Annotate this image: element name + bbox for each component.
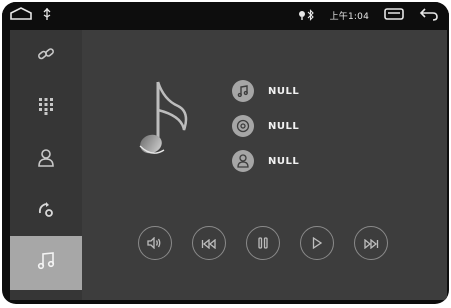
previous-button[interactable] bbox=[192, 226, 226, 260]
recent-apps-icon[interactable] bbox=[383, 6, 405, 25]
song-icon bbox=[232, 80, 254, 102]
sidebar bbox=[10, 30, 82, 300]
phone-settings-icon bbox=[37, 201, 55, 223]
sidebar-item-music[interactable] bbox=[10, 236, 82, 290]
home-icon[interactable] bbox=[10, 6, 32, 25]
back-icon[interactable] bbox=[419, 6, 439, 25]
sidebar-item-phone-settings[interactable] bbox=[10, 186, 82, 238]
contact-icon bbox=[38, 149, 54, 171]
volume-button[interactable] bbox=[138, 226, 172, 260]
play-icon bbox=[312, 234, 323, 253]
artist-icon bbox=[232, 150, 254, 172]
sidebar-item-connection[interactable] bbox=[10, 30, 82, 82]
play-button[interactable] bbox=[300, 226, 334, 260]
album-art-note-icon bbox=[134, 78, 196, 166]
location-bluetooth-icon bbox=[298, 6, 316, 25]
sidebar-item-contacts[interactable] bbox=[10, 134, 82, 186]
app-screen: NULL NULL NULL bbox=[10, 30, 447, 300]
pause-button[interactable] bbox=[246, 226, 280, 260]
track-title: NULL bbox=[268, 85, 300, 97]
track-title-row: NULL bbox=[232, 80, 299, 102]
track-album: NULL bbox=[268, 120, 300, 132]
playback-controls bbox=[138, 226, 388, 260]
track-album-row: NULL bbox=[232, 115, 299, 137]
track-artist-row: NULL bbox=[232, 150, 299, 172]
album-disc-icon bbox=[232, 115, 254, 137]
dialpad-icon bbox=[38, 97, 54, 119]
status-bar: 上午1:04 bbox=[2, 2, 449, 30]
usb-icon bbox=[42, 6, 52, 25]
previous-icon bbox=[201, 234, 217, 253]
device-frame: 上午1:04 NULL NULL NULL bbox=[2, 2, 449, 304]
track-artist: NULL bbox=[268, 155, 300, 167]
sidebar-item-dialpad[interactable] bbox=[10, 82, 82, 134]
music-panel: NULL NULL NULL bbox=[82, 30, 447, 300]
next-icon bbox=[363, 234, 379, 253]
volume-icon bbox=[147, 234, 163, 253]
link-icon bbox=[37, 45, 55, 67]
next-button[interactable] bbox=[354, 226, 388, 260]
pause-icon bbox=[258, 234, 268, 253]
music-icon bbox=[37, 252, 55, 274]
status-time: 上午1:04 bbox=[329, 12, 369, 22]
